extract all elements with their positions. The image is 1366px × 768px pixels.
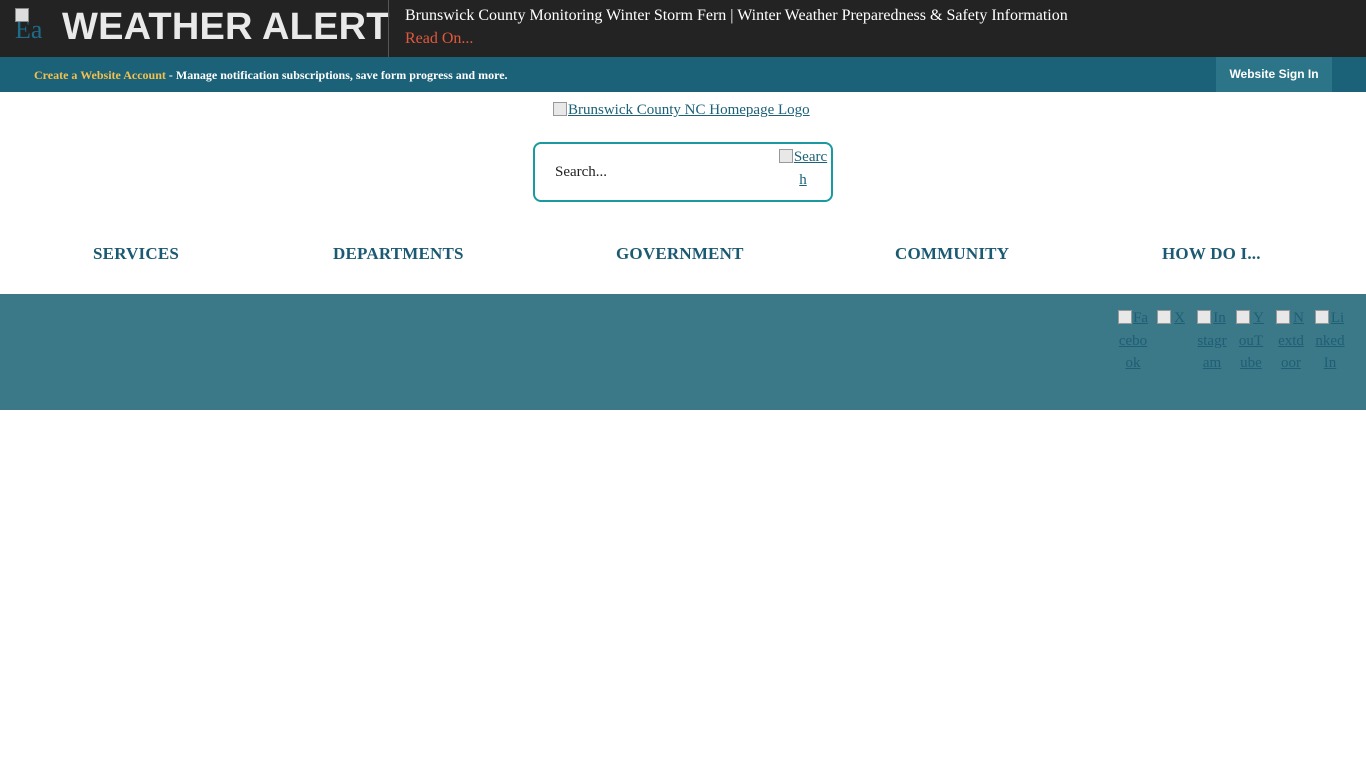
search-box: Search bbox=[533, 142, 833, 202]
instagram-link[interactable]: Instagram bbox=[1197, 307, 1227, 375]
homepage-logo-link[interactable]: Brunswick County NC Homepage Logo bbox=[553, 102, 810, 119]
x-alt: X bbox=[1174, 310, 1185, 326]
facebook-link[interactable]: Facebook bbox=[1118, 307, 1148, 375]
alert-title: WEATHER ALERT bbox=[62, 6, 390, 48]
search-input[interactable] bbox=[555, 160, 765, 184]
youtube-link[interactable]: YouTube bbox=[1236, 307, 1266, 375]
nav-government[interactable]: GOVERNMENT bbox=[616, 244, 744, 264]
alert-headline[interactable]: Brunswick County Monitoring Winter Storm… bbox=[405, 7, 1068, 25]
x-icon bbox=[1157, 310, 1171, 324]
search-icon bbox=[778, 149, 793, 163]
youtube-icon bbox=[1236, 310, 1250, 324]
account-description: - Manage notification subscriptions, sav… bbox=[165, 68, 508, 82]
nextdoor-link[interactable]: Nextdoor bbox=[1276, 307, 1306, 375]
alert-read-on-link[interactable]: Read On... bbox=[405, 30, 473, 48]
account-message: Create a Website Account - Manage notifi… bbox=[34, 68, 508, 83]
x-link[interactable]: X bbox=[1157, 307, 1187, 330]
nav-community[interactable]: COMMUNITY bbox=[895, 244, 1009, 264]
alert-icon: Ea bbox=[15, 8, 55, 53]
search-button[interactable]: Search bbox=[776, 146, 830, 192]
nextdoor-icon bbox=[1276, 310, 1290, 324]
facebook-icon bbox=[1118, 310, 1132, 324]
nav-services[interactable]: SERVICES bbox=[93, 244, 179, 264]
account-bar: Create a Website Account - Manage notifi… bbox=[0, 57, 1366, 92]
logo-alt-text: Brunswick County NC Homepage Logo bbox=[568, 102, 810, 118]
nav-departments[interactable]: DEPARTMENTS bbox=[333, 244, 464, 264]
linkedin-link[interactable]: LinkedIn bbox=[1315, 307, 1345, 375]
create-account-link[interactable]: Create a Website Account bbox=[34, 68, 166, 82]
broken-image-icon bbox=[15, 8, 29, 22]
broken-image-icon bbox=[553, 102, 567, 116]
search-button-alt: Search bbox=[793, 149, 828, 188]
alert-divider bbox=[388, 0, 389, 57]
weather-alert-bar: Ea WEATHER ALERT Brunswick County Monito… bbox=[0, 0, 1366, 57]
instagram-icon bbox=[1197, 310, 1211, 324]
nav-how-do-i[interactable]: HOW DO I... bbox=[1162, 244, 1261, 264]
website-sign-in-button[interactable]: Website Sign In bbox=[1216, 57, 1332, 92]
linkedin-icon bbox=[1315, 310, 1329, 324]
